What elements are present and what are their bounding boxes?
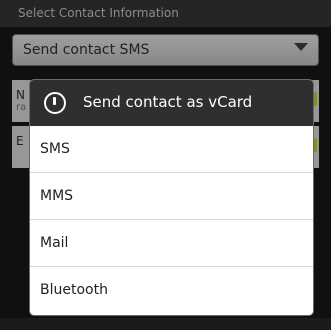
option-bluetooth[interactable]: Bluetooth xyxy=(30,267,313,314)
option-label: MMS xyxy=(40,188,74,204)
option-label: Bluetooth xyxy=(40,282,108,298)
info-icon xyxy=(44,92,66,114)
option-sms[interactable]: SMS xyxy=(30,126,313,173)
dialog-title: Send contact as vCard xyxy=(83,93,253,111)
option-label: Mail xyxy=(40,235,69,251)
option-mail[interactable]: Mail xyxy=(30,220,313,267)
send-vcard-dialog: Send contact as vCard SMS MMS Mail Bluet… xyxy=(30,80,313,315)
dialog-title-bar: Send contact as vCard xyxy=(30,80,313,126)
option-label: SMS xyxy=(40,141,70,157)
option-mms[interactable]: MMS xyxy=(30,173,313,220)
